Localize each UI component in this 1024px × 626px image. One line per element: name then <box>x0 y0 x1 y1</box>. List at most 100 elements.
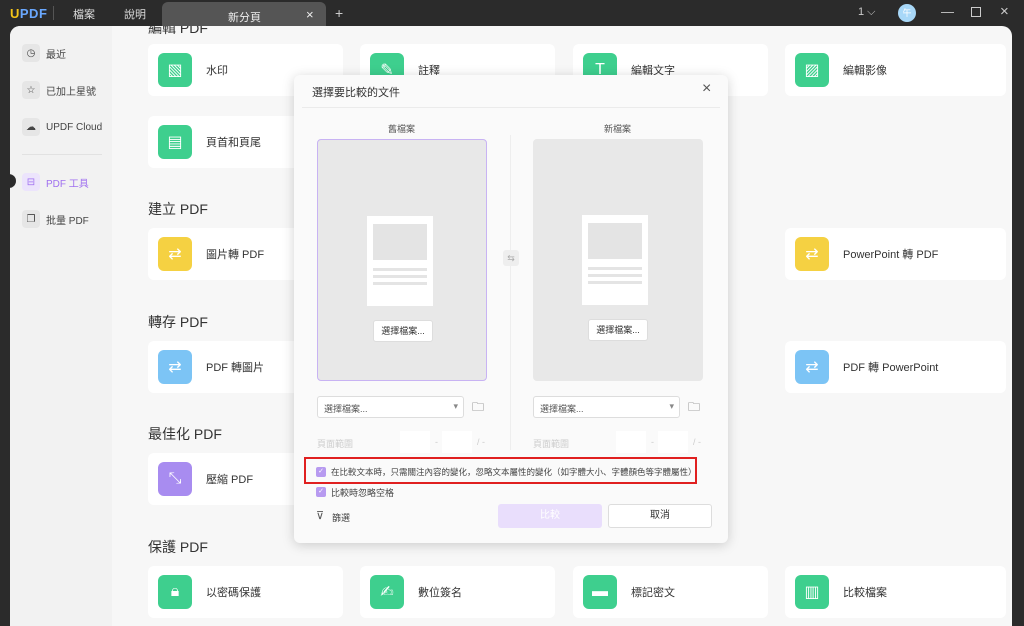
close-icon[interactable]: × <box>702 80 711 98</box>
sidebar-item-pdf-tools[interactable]: ⊟ PDF 工具 <box>22 170 89 194</box>
tile-label: 標記密文 <box>631 587 675 599</box>
image-to-pdf-icon: ⇄ <box>158 237 192 271</box>
section-optimize: 最佳化 PDF <box>148 426 222 442</box>
compare-icon: ▥ <box>795 575 829 609</box>
signature-icon: ✍ <box>370 575 404 609</box>
new-tab-button[interactable]: + <box>335 5 343 21</box>
range-total: / - <box>477 437 485 447</box>
compare-dialog: 選擇要比較的文件 × 舊檔案 新檔案 ⇆ 選擇檔案... 選擇檔案... 選擇檔… <box>294 75 728 543</box>
menu-help[interactable]: 說明 <box>124 6 146 22</box>
pdf-to-image-icon: ⇄ <box>158 350 192 384</box>
tile-label: 頁首和頁尾 <box>206 137 261 149</box>
range-dash: - <box>435 437 438 447</box>
select-new-file-button[interactable]: 選擇檔案... <box>588 319 648 341</box>
sidebar-item-recent[interactable]: ◷ 最近 <box>22 41 66 65</box>
section-protect: 保護 PDF <box>148 539 208 555</box>
old-file-label: 舊檔案 <box>388 124 416 134</box>
star-icon: ☆ <box>22 81 40 99</box>
swap-icon[interactable]: ⇆ <box>503 250 519 266</box>
tile-label: 以密碼保護 <box>206 587 261 599</box>
section-create: 建立 PDF <box>148 201 208 217</box>
image-icon: ▨ <box>795 53 829 87</box>
tile-label: 壓縮 PDF <box>206 474 254 486</box>
sidebar: ◷ 最近 ☆ 已加上星號 ☁ UPDF Cloud ⊟ PDF 工具 ❐ 批量 PDF <box>10 26 112 626</box>
updf-logo: UPDF <box>10 6 48 21</box>
old-file-preview[interactable]: 選擇檔案... <box>317 139 487 381</box>
document-placeholder-icon <box>582 215 648 305</box>
avatar[interactable]: 午 <box>898 4 916 22</box>
tile-label: 比較檔案 <box>843 587 887 599</box>
new-page-range-label: 頁面範圍 <box>533 439 570 449</box>
sidebar-item-batch[interactable]: ❐ 批量 PDF <box>22 207 89 231</box>
old-page-from-input[interactable] <box>400 431 430 453</box>
page-count-dropdown[interactable]: 1 ⌵ <box>858 6 876 19</box>
select-old-file-button[interactable]: 選擇檔案... <box>373 320 433 342</box>
tile-compare[interactable]: ▥ 比較檔案 <box>785 566 1006 618</box>
tile-password[interactable]: 🔒︎ 以密碼保護 <box>148 566 343 618</box>
range-total: / - <box>693 437 701 447</box>
compress-icon: ⤡ <box>158 462 192 496</box>
filter-button[interactable]: 篩選 <box>332 511 350 524</box>
tile-label: 數位簽名 <box>418 587 462 599</box>
cancel-button[interactable]: 取消 <box>608 504 712 528</box>
sidebar-item-label: 批量 PDF <box>46 215 89 227</box>
minimize-icon[interactable]: — <box>941 4 954 19</box>
compare-button[interactable]: 比較 <box>498 504 602 528</box>
tile-label: 編輯影像 <box>843 65 887 77</box>
ignore-attributes-label: 在比較文本時，只需關注內容的變化，忽略文本屬性的變化（如字體大小、字體顏色等字體… <box>331 467 697 477</box>
tile-label: 水印 <box>206 65 228 77</box>
tile-pdf-to-ppt[interactable]: ⇄ PDF 轉 PowerPoint <box>785 341 1006 393</box>
header-footer-icon: ▤ <box>158 125 192 159</box>
document-placeholder-icon <box>367 216 433 306</box>
batch-icon: ❐ <box>22 210 40 228</box>
filter-icon[interactable]: ⊽ <box>316 509 324 522</box>
tile-label: 圖片轉 PDF <box>206 249 265 261</box>
watermark-icon: ▧ <box>158 53 192 87</box>
lock-icon: 🔒︎ <box>158 575 192 609</box>
tile-redact[interactable]: ▬ 標記密文 <box>573 566 768 618</box>
new-page-to-input[interactable] <box>658 431 688 453</box>
ppt-to-pdf-icon: ⇄ <box>795 237 829 271</box>
close-tab-icon[interactable]: × <box>306 7 314 22</box>
new-page-from-input[interactable] <box>616 431 646 453</box>
sidebar-item-label: 已加上星號 <box>46 86 96 98</box>
new-file-label: 新檔案 <box>604 124 632 134</box>
close-window-icon[interactable]: × <box>1000 3 1009 20</box>
menu-file[interactable]: 檔案 <box>73 6 95 22</box>
tile-label: PowerPoint 轉 PDF <box>843 249 939 261</box>
sidebar-item-label: 最近 <box>46 49 66 61</box>
ignore-spaces-checkbox[interactable]: ✓ <box>316 487 326 497</box>
old-page-to-input[interactable] <box>442 431 472 453</box>
new-file-dropdown[interactable]: 選擇檔案... <box>533 396 680 418</box>
maximize-icon[interactable] <box>971 7 981 17</box>
tab-new[interactable]: 新分頁 × <box>162 2 326 28</box>
tile-label: PDF 轉圖片 <box>206 362 265 374</box>
redact-icon: ▬ <box>583 575 617 609</box>
ignore-attributes-checkbox[interactable]: ✓ <box>316 467 326 477</box>
tile-signature[interactable]: ✍ 數位簽名 <box>360 566 555 618</box>
folder-icon[interactable]: 🗀 <box>688 398 700 419</box>
range-dash: - <box>651 437 654 447</box>
folder-icon[interactable]: 🗀 <box>472 398 484 419</box>
sidebar-item-starred[interactable]: ☆ 已加上星號 <box>22 78 96 102</box>
title-bar: UPDF 檔案 說明 新分頁 × + 1 ⌵ 午 — × <box>0 0 1024 28</box>
tile-label: PDF 轉 PowerPoint <box>843 362 939 374</box>
sidebar-item-cloud[interactable]: ☁ UPDF Cloud <box>22 115 102 139</box>
pdf-to-ppt-icon: ⇄ <box>795 350 829 384</box>
sidebar-item-label: UPDF Cloud <box>46 121 103 133</box>
section-export: 轉存 PDF <box>148 314 208 330</box>
tab-label: 新分頁 <box>228 12 261 24</box>
old-page-range-label: 頁面範圍 <box>317 439 354 449</box>
sidebar-item-label: PDF 工具 <box>46 178 89 190</box>
page-count: 1 <box>858 6 865 18</box>
clock-icon: ◷ <box>22 44 40 62</box>
cloud-icon: ☁ <box>22 118 40 136</box>
tile-ppt-to-pdf[interactable]: ⇄ PowerPoint 轉 PDF <box>785 228 1006 280</box>
dialog-title: 選擇要比較的文件 <box>312 87 400 99</box>
ignore-spaces-label: 比較時忽略空格 <box>331 488 395 498</box>
old-file-dropdown[interactable]: 選擇檔案... <box>317 396 464 418</box>
tile-edit-image[interactable]: ▨ 編輯影像 <box>785 44 1006 96</box>
toolbox-icon: ⊟ <box>22 173 40 191</box>
section-edit: 編輯 PDF <box>148 26 208 36</box>
new-file-preview[interactable]: 選擇檔案... <box>533 139 703 381</box>
